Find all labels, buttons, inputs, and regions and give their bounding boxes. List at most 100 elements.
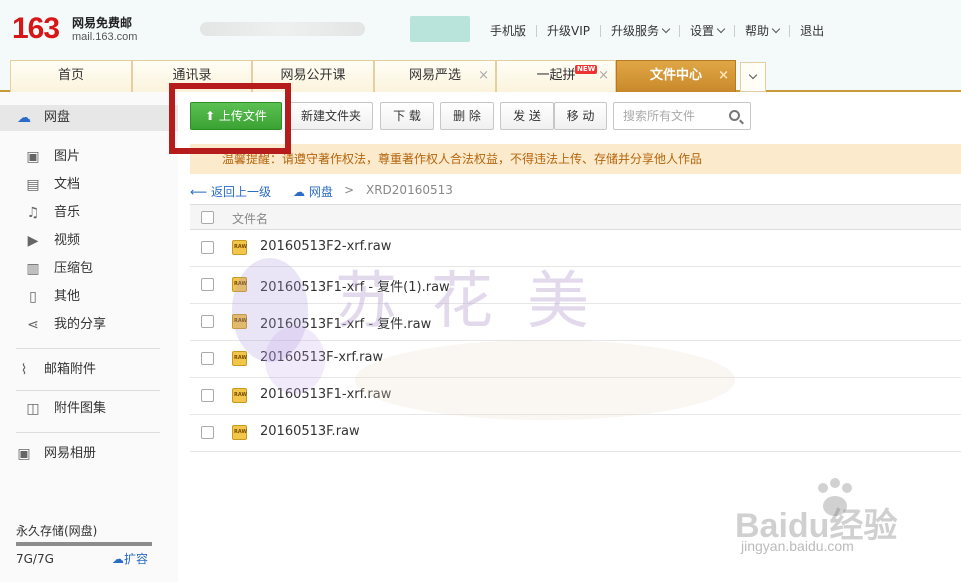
new-badge: NEW bbox=[575, 65, 598, 74]
nav-mobile[interactable]: 手机版 bbox=[480, 22, 536, 39]
sidebar-item-label: 我的分享 bbox=[54, 317, 107, 332]
row-checkbox[interactable] bbox=[201, 352, 214, 365]
table-header: 文件名 bbox=[190, 204, 961, 230]
close-icon[interactable]: × bbox=[478, 61, 489, 91]
search-input[interactable]: 搜索所有文件 bbox=[613, 102, 751, 130]
back-label: 返回上一级 bbox=[211, 185, 272, 199]
logo-text: 网易免费邮 mail.163.com bbox=[72, 16, 137, 44]
table-row[interactable]: 20160513F1-xrf.raw bbox=[190, 378, 961, 415]
sidebar-divider bbox=[16, 432, 160, 433]
nav-help[interactable]: 帮助 bbox=[735, 22, 789, 39]
raw-file-icon bbox=[232, 351, 247, 366]
sidebar-item-archives[interactable]: ▥ 压缩包 bbox=[0, 256, 178, 282]
sidebar-item-attachment-gallery[interactable]: ◫ 附件图集 bbox=[0, 396, 178, 422]
sidebar-item-my-shares[interactable]: ⋖ 我的分享 bbox=[0, 312, 178, 338]
sidebar-item-label: 音乐 bbox=[54, 205, 81, 220]
sidebar-item-label: 其他 bbox=[54, 289, 81, 304]
tab-overflow-button[interactable] bbox=[740, 62, 766, 92]
sidebar-item-other[interactable]: ▯ 其他 bbox=[0, 284, 178, 310]
row-checkbox[interactable] bbox=[201, 278, 214, 291]
tab-label: 首页 bbox=[57, 68, 84, 83]
baidu-jingyan-watermark: Baidu经验 jingyan.baidu.com bbox=[735, 478, 955, 568]
sidebar-item-photo-album[interactable]: ▣ 网易相册 bbox=[0, 441, 178, 467]
file-name[interactable]: 20160513F.raw bbox=[260, 424, 360, 439]
table-row[interactable]: 20160513F1-xrf - 复件(1).raw bbox=[190, 267, 961, 304]
sidebar-item-mail-attachments[interactable]: ⌇ 邮箱附件 bbox=[0, 357, 178, 383]
file-name[interactable]: 20160513F2-xrf.raw bbox=[260, 239, 391, 254]
raw-file-icon bbox=[232, 314, 247, 329]
select-all-checkbox[interactable] bbox=[201, 211, 214, 224]
tab-label: 网易严选 bbox=[408, 68, 461, 83]
logo-en: mail.163.com bbox=[72, 31, 138, 43]
tab-home[interactable]: 首页 bbox=[10, 60, 132, 92]
tab-bar: 首页 通讯录 网易公开课 网易严选 × 一起拼 NEW × 文件中心 × bbox=[0, 58, 961, 92]
back-link[interactable]: ⟵ 返回上一级 bbox=[190, 183, 271, 200]
sidebar-item-label: 网易相册 bbox=[44, 446, 97, 461]
sidebar-item-cloud-drive[interactable]: ☁ 网盘 bbox=[0, 105, 178, 131]
paperclip-icon: ⌇ bbox=[20, 362, 28, 378]
gallery-icon: ◫ bbox=[26, 401, 40, 417]
row-checkbox[interactable] bbox=[201, 241, 214, 254]
logo-number: 163 bbox=[12, 12, 60, 45]
sidebar-item-documents[interactable]: ▤ 文档 bbox=[0, 172, 178, 198]
table-row[interactable]: 20160513F2-xrf.raw bbox=[190, 230, 961, 267]
sidebar-item-music[interactable]: ♫ 音乐 bbox=[0, 200, 178, 226]
tab-yiqipin[interactable]: 一起拼 NEW × bbox=[496, 60, 616, 92]
table-row[interactable]: 20160513F.raw bbox=[190, 415, 961, 452]
close-icon[interactable]: × bbox=[718, 61, 729, 91]
tab-file-center[interactable]: 文件中心 × bbox=[616, 60, 736, 92]
nav-logout[interactable]: 退出 bbox=[790, 22, 834, 39]
table-row[interactable]: 20160513F-xrf.raw bbox=[190, 341, 961, 378]
top-header: 163 网易免费邮 mail.163.com 手机版 升级VIP 升级服务 设置… bbox=[0, 0, 961, 58]
tab-yanxuan[interactable]: 网易严选 × bbox=[374, 60, 496, 92]
search-icon[interactable] bbox=[729, 110, 740, 121]
image-icon: ▣ bbox=[26, 149, 40, 165]
sidebar-item-label: 视频 bbox=[54, 233, 81, 248]
delete-button[interactable]: 删 除 bbox=[440, 102, 494, 130]
storage-value: 7G/7G bbox=[16, 552, 54, 566]
move-button[interactable]: 移 动 bbox=[554, 102, 607, 130]
send-button[interactable]: 发 送 bbox=[500, 102, 554, 130]
video-icon: ▶ bbox=[27, 233, 39, 249]
breadcrumb-current: XRD20160513 bbox=[366, 183, 453, 197]
sidebar-item-images[interactable]: ▣ 图片 bbox=[0, 144, 178, 170]
share-icon: ⋖ bbox=[27, 317, 39, 333]
file-name[interactable]: 20160513F1-xrf.raw bbox=[260, 387, 391, 402]
top-nav: 手机版 升级VIP 升级服务 设置 帮助 退出 bbox=[480, 22, 834, 39]
sidebar-item-video[interactable]: ▶ 视频 bbox=[0, 228, 178, 254]
sidebar-item-label: 图片 bbox=[54, 149, 81, 164]
search-placeholder: 搜索所有文件 bbox=[623, 109, 696, 123]
row-checkbox[interactable] bbox=[201, 315, 214, 328]
sidebar-divider bbox=[16, 348, 160, 349]
sidebar: ☁ 网盘 ▣ 图片 ▤ 文档 ♫ 音乐 ▶ 视频 ▥ 压缩包 ▯ 其他 ⋖ 我的… bbox=[0, 92, 178, 582]
copyright-notice: 温馨提醒：请遵守著作权法，尊重著作权人合法权益，不得违法上传、存储并分享他人作品 bbox=[190, 144, 961, 174]
sidebar-divider bbox=[16, 390, 160, 391]
archive-icon: ▥ bbox=[26, 261, 40, 277]
arrow-left-icon: ⟵ bbox=[190, 185, 212, 199]
row-checkbox[interactable] bbox=[201, 426, 214, 439]
baidu-url: jingyan.baidu.com bbox=[741, 538, 854, 554]
other-file-icon: ▯ bbox=[29, 289, 37, 305]
file-name[interactable]: 20160513F-xrf.raw bbox=[260, 350, 383, 365]
nav-settings[interactable]: 设置 bbox=[680, 22, 734, 39]
blurred-account-email bbox=[200, 22, 365, 36]
row-checkbox[interactable] bbox=[201, 389, 214, 402]
breadcrumb-root[interactable]: ☁ 网盘 bbox=[293, 183, 333, 200]
storage-label: 永久存储(网盘) bbox=[16, 524, 98, 538]
table-row[interactable]: 20160513F1-xrf - 复件.raw bbox=[190, 304, 961, 341]
file-name[interactable]: 20160513F1-xrf - 复件(1).raw bbox=[260, 276, 450, 295]
cloud-upload-icon: ☁ bbox=[112, 552, 124, 566]
cloud-drive-icon: ☁ bbox=[17, 110, 31, 126]
expand-storage-link[interactable]: ☁扩容 bbox=[112, 550, 148, 567]
download-button[interactable]: 下 载 bbox=[380, 102, 434, 130]
logo-cn: 网易免费邮 bbox=[72, 16, 133, 30]
music-icon: ♫ bbox=[26, 205, 40, 221]
close-icon[interactable]: × bbox=[598, 61, 609, 91]
column-filename[interactable]: 文件名 bbox=[232, 210, 268, 227]
nav-upgrade-service[interactable]: 升级服务 bbox=[601, 22, 679, 39]
expand-label: 扩容 bbox=[124, 552, 149, 566]
new-folder-button[interactable]: 新建文件夹 bbox=[289, 102, 373, 130]
logo[interactable]: 163 网易免费邮 mail.163.com bbox=[12, 12, 137, 45]
nav-upgrade-vip[interactable]: 升级VIP bbox=[537, 22, 600, 39]
file-name[interactable]: 20160513F1-xrf - 复件.raw bbox=[260, 313, 431, 332]
